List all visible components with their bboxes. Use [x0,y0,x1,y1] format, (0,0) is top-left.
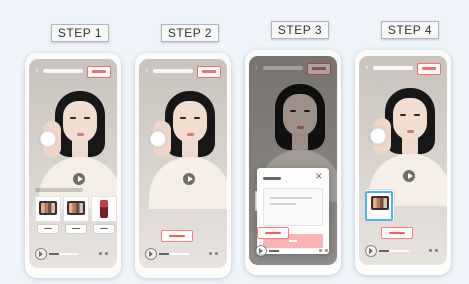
play-icon[interactable] [145,248,157,260]
progress-bar[interactable] [49,253,79,255]
topbar: ‹ [365,62,441,75]
live-title [43,69,83,73]
more-icon[interactable] [207,250,221,256]
modal-title [263,177,281,180]
sale-button[interactable] [257,227,289,239]
message-textarea[interactable] [263,188,323,226]
face [63,101,97,143]
product-strip [29,188,117,248]
buy-button[interactable] [65,224,87,234]
product-card[interactable] [35,196,61,242]
phone-mockup: ‹ [25,53,121,278]
eye-right [414,114,420,116]
host-person [39,91,117,211]
live-badge [417,63,441,75]
player-controls [255,245,331,259]
step-label-text: STEP 2 [160,24,220,42]
progress-bar[interactable] [159,253,189,255]
face [173,101,207,143]
step-2: STEP 2 ‹ [135,0,245,284]
more-icon[interactable] [427,247,441,253]
chevron-left-icon[interactable]: ‹ [365,62,369,74]
player-controls [35,248,111,262]
cushion-product [150,131,166,147]
cushion-product [370,128,386,144]
eye-left [400,114,406,116]
play-icon[interactable] [73,173,85,185]
product-card[interactable] [91,196,117,242]
play-icon[interactable] [35,248,47,260]
cushion-product [40,131,56,147]
topbar: ‹ [145,65,221,78]
live-video-screen: ‹ [29,59,117,268]
palette-image [39,201,57,215]
eye-right [194,117,200,119]
face [393,98,427,140]
live-badge [87,66,111,78]
step-1: STEP 1 ‹ [25,0,135,284]
progress-bar[interactable] [269,250,299,252]
lipstick-image [100,200,108,218]
buy-button[interactable] [93,224,115,234]
eye-right [84,117,90,119]
lips [187,133,194,136]
step-3: STEP 3 ‹ × [245,0,355,284]
phone-mockup: ‹ [245,50,341,275]
sale-button[interactable] [381,227,413,239]
player-controls [145,248,221,262]
live-video-screen: ‹ [139,59,227,268]
player-controls [365,245,441,259]
eye-left [70,117,76,119]
selection-highlight [365,191,393,221]
product-image [91,196,117,222]
lips [407,130,414,133]
live-badge [197,66,221,78]
more-icon[interactable] [97,250,111,256]
close-icon[interactable]: × [315,172,323,182]
steps-infographic: STEP 1 ‹ STEP 2 ‹ STEP 3 ‹ × STEP 4 ‹ [0,0,469,284]
product-card[interactable] [63,196,89,242]
play-icon[interactable] [255,245,267,257]
progress-bar[interactable] [379,250,409,252]
product-image [35,196,61,222]
live-title [153,69,193,73]
step-label: STEP 3 [245,21,355,39]
step-label-text: STEP 4 [380,21,440,39]
buy-button[interactable] [37,224,59,234]
lips [77,133,84,136]
live-video-screen: ‹ [359,56,447,265]
phone-mockup: ‹ [135,53,231,278]
step-label: STEP 2 [135,24,245,42]
step-label-text: STEP 1 [50,24,110,42]
product-image [63,196,89,222]
play-icon[interactable] [183,173,195,185]
sale-button[interactable] [161,230,193,242]
products-title [35,188,83,192]
host-person [149,91,227,211]
step-label: STEP 4 [355,21,465,39]
play-icon[interactable] [365,245,377,257]
chevron-left-icon[interactable]: ‹ [145,65,149,77]
palette-image [67,201,85,215]
chevron-left-icon[interactable]: ‹ [35,65,39,77]
eye-left [180,117,186,119]
play-icon[interactable] [403,170,415,182]
phone-mockup: ‹ [355,50,451,275]
more-icon[interactable] [317,247,331,253]
step-label: STEP 1 [25,24,135,42]
topbar: ‹ [35,65,111,78]
step-4: STEP 4 ‹ [355,0,465,284]
message-modal: × [257,168,329,254]
live-video-screen: ‹ [249,56,337,265]
live-title [373,66,413,70]
step-label-text: STEP 3 [270,21,330,39]
modal-header: × [263,172,323,184]
